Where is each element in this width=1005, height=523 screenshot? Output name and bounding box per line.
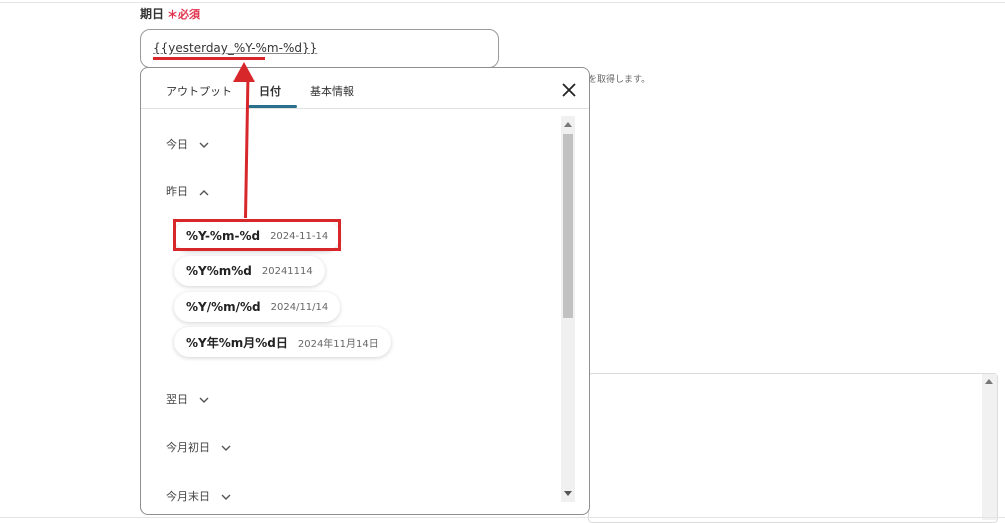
tab-date[interactable]: 日付 [259,83,281,99]
section-month-end[interactable]: 今月末日 [166,488,231,504]
section-month-start[interactable]: 今月初日 [166,439,231,455]
due-date-input-value: {{yesterday_%Y-%m-%d}} [153,41,318,55]
value-picker-popup: アウトプット 日付 基本情報 今日 昨日 %Y-%m-%d 2024-11-14… [140,67,590,515]
tab-basic-info[interactable]: 基本情報 [310,83,354,99]
chip-date-slash[interactable]: %Y/%m/%d 2024/11/14 [174,292,341,322]
active-tab-indicator [247,105,297,108]
section-month-end-label: 今月末日 [166,490,210,503]
top-divider [0,2,1005,3]
section-yesterday-label: 昨日 [166,185,188,198]
section-today-label: 今日 [166,138,188,151]
section-tomorrow-label: 翌日 [166,393,188,406]
chip-date-kanji[interactable]: %Y年%m月%d日 2024年11月14日 [174,327,391,357]
annotation-highlight-box [173,219,341,251]
chip-date-compact[interactable]: %Y%m%d 20241114 [174,256,325,286]
chevron-down-icon [221,494,230,500]
tab-output[interactable]: アウトプット [166,83,232,99]
field-label: 期日 ＊必須 [140,5,200,22]
annotation-underline [153,57,265,60]
section-tomorrow[interactable]: 翌日 [166,391,209,407]
scroll-up-icon[interactable] [564,122,572,127]
chevron-down-icon [199,397,208,403]
annotation-arrow-head [233,62,255,82]
chip-format: %Y/%m/%d [186,300,261,314]
due-date-input[interactable]: {{yesterday_%Y-%m-%d}} [140,29,499,68]
chip-sample: 2024/11/14 [270,301,329,313]
chevron-down-icon [199,142,208,148]
background-scrollbar[interactable] [982,374,997,520]
popup-tabs: アウトプット 日付 基本情報 [141,68,589,109]
chevron-down-icon [221,445,230,451]
field-label-text: 期日 [140,7,165,21]
bottom-divider [0,517,1005,518]
section-yesterday[interactable]: 昨日 [166,183,209,199]
chip-format: %Y%m%d [186,264,252,278]
chip-sample: 2024年11月14日 [297,338,379,350]
section-month-start-label: 今月初日 [166,441,210,454]
help-text: を取得します。 [588,75,651,85]
section-today[interactable]: 今日 [166,136,209,152]
chip-sample: 20241114 [261,265,313,277]
scrollbar-thumb[interactable] [563,134,573,318]
background-scroll-up-icon[interactable] [985,379,993,384]
chevron-up-icon [199,189,208,195]
background-textarea[interactable] [588,373,998,523]
close-icon[interactable] [561,82,577,98]
chip-format: %Y年%m月%d日 [186,335,288,350]
scroll-down-icon[interactable] [564,491,572,496]
required-badge: ＊必須 [167,8,201,21]
